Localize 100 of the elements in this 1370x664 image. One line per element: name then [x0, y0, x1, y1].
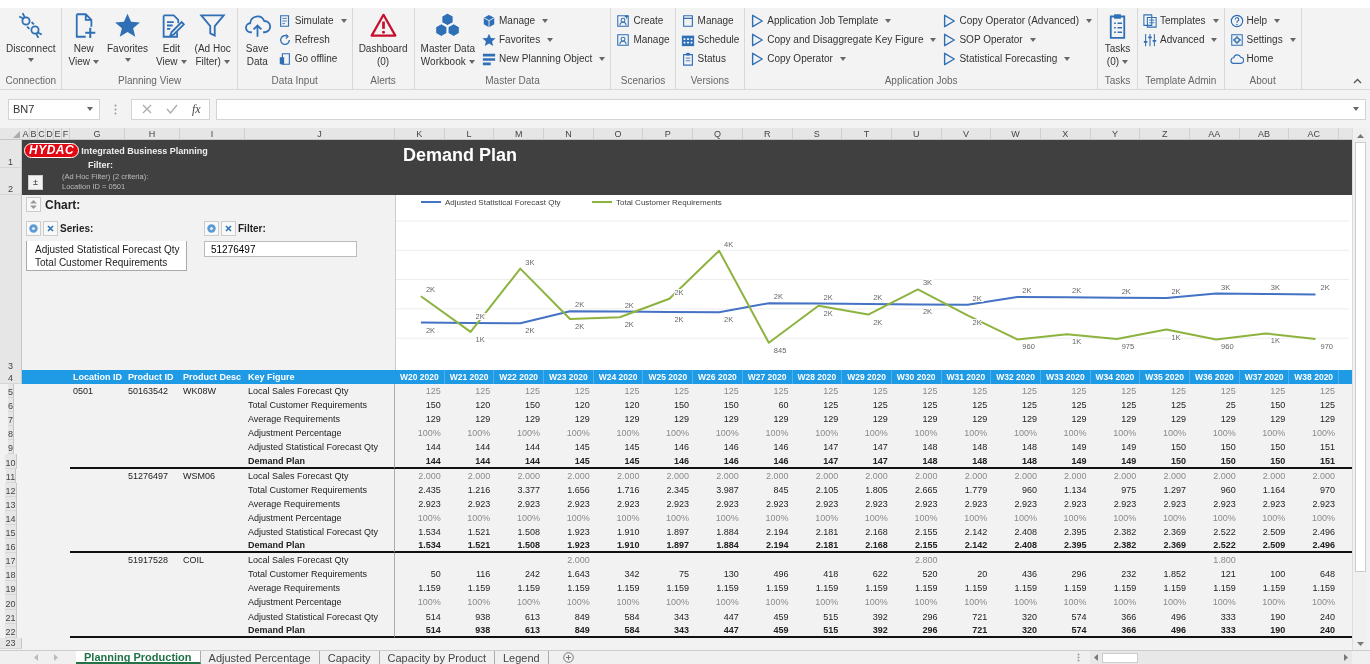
row-header[interactable]: 19: [5, 581, 17, 596]
row-header[interactable]: 14: [5, 510, 17, 525]
column-header[interactable]: F: [62, 128, 70, 139]
remove-button[interactable]: [221, 221, 236, 236]
ribbon-button[interactable]: Application Job Template: [748, 11, 939, 30]
column-header[interactable]: K: [395, 128, 445, 139]
sheet-tab[interactable]: Planning Production: [76, 651, 201, 664]
scroll-right-icon[interactable]: [54, 654, 58, 661]
column-header[interactable]: H: [125, 128, 180, 139]
ribbon-button[interactable]: Help: [1227, 11, 1298, 30]
ribbon-button[interactable]: Manage: [614, 30, 672, 49]
vertical-scrollbar[interactable]: [1352, 128, 1367, 650]
row-header[interactable]: 17: [5, 553, 17, 568]
settings-button[interactable]: [204, 221, 219, 236]
ribbon-button[interactable]: Settings: [1227, 30, 1298, 49]
scroll-left-icon[interactable]: [34, 654, 38, 661]
drag-handle-icon[interactable]: [1077, 653, 1080, 662]
column-header[interactable]: V: [941, 128, 992, 139]
settings-button[interactable]: [26, 221, 41, 236]
column-header[interactable]: I: [180, 128, 245, 139]
row-header[interactable]: 11: [5, 468, 17, 483]
ribbon-button[interactable]: Edit View: [153, 11, 190, 69]
column-header[interactable]: AB: [1239, 128, 1290, 139]
select-all-icon[interactable]: [13, 131, 20, 138]
ribbon-button[interactable]: Refresh: [275, 30, 349, 49]
ribbon-button[interactable]: New Planning Object: [480, 49, 608, 68]
ribbon-button[interactable]: Save Data: [240, 11, 274, 69]
column-header[interactable]: B: [30, 128, 38, 139]
list-item[interactable]: Total Customer Requirements: [35, 256, 186, 269]
ribbon-button[interactable]: Favorites: [480, 30, 608, 49]
ribbon-button[interactable]: (Ad Hoc Filter): [191, 11, 234, 69]
ribbon-button[interactable]: Schedule: [678, 30, 742, 49]
column-header[interactable]: N: [544, 128, 594, 139]
column-header[interactable]: M: [494, 128, 545, 139]
row-header[interactable]: 15: [5, 524, 17, 540]
column-header[interactable]: Q: [693, 128, 743, 139]
row-header[interactable]: 10: [5, 454, 17, 469]
column-header[interactable]: W: [991, 128, 1041, 139]
column-header[interactable]: AC: [1289, 128, 1340, 139]
row-header[interactable]: 5: [8, 384, 14, 399]
ribbon-button[interactable]: Simulate: [275, 11, 349, 30]
row-header[interactable]: 21: [5, 609, 17, 624]
expand-button[interactable]: ±: [28, 174, 43, 190]
ribbon-button[interactable]: Copy Operator (Advanced): [940, 11, 1094, 30]
column-header[interactable]: AA: [1190, 128, 1240, 139]
row-header[interactable]: 2: [0, 167, 22, 195]
ribbon-button[interactable]: Favorites: [103, 11, 152, 69]
column-header[interactable]: R: [742, 128, 793, 139]
ribbon-button[interactable]: Copy and Disaggregate Key Figure: [748, 30, 939, 49]
name-box[interactable]: BN7: [8, 98, 100, 120]
ribbon-button[interactable]: Manage: [480, 11, 608, 30]
drag-handle-icon[interactable]: [114, 103, 117, 115]
collapse-icon[interactable]: [1353, 78, 1362, 84]
scroll-thumb[interactable]: [1102, 652, 1138, 663]
ribbon-button[interactable]: Create: [614, 11, 672, 30]
row-header[interactable]: 13: [5, 496, 17, 511]
row-header[interactable]: 22: [5, 623, 17, 638]
row-header[interactable]: 23: [0, 637, 22, 649]
ribbon-button[interactable]: Master Data Workbook: [417, 11, 478, 69]
ribbon-button[interactable]: SOP Operator: [940, 30, 1094, 49]
row-header[interactable]: 12: [5, 482, 17, 497]
column-header[interactable]: X: [1040, 128, 1091, 139]
chart-toggle-button[interactable]: [26, 197, 41, 212]
column-header[interactable]: J: [245, 128, 395, 139]
ribbon-button[interactable]: Go offline: [275, 49, 349, 68]
column-header[interactable]: G: [70, 128, 125, 139]
list-item[interactable]: Adjusted Statistical Forecast Qty: [35, 243, 186, 256]
check-icon[interactable]: [166, 104, 178, 114]
horizontal-scrollbar[interactable]: [1090, 651, 1352, 664]
column-header[interactable]: T: [842, 128, 892, 139]
column-header[interactable]: S: [792, 128, 843, 139]
ribbon-button[interactable]: Dashboard (0): [355, 11, 411, 69]
row-header[interactable]: 6: [8, 398, 14, 413]
row-header[interactable]: 16: [5, 539, 17, 554]
ribbon-button[interactable]: Manage: [678, 11, 742, 30]
column-header[interactable]: P: [643, 128, 694, 139]
ribbon-button[interactable]: Status: [678, 49, 742, 68]
row-header[interactable]: 18: [5, 567, 17, 582]
column-header[interactable]: A: [22, 128, 30, 139]
cancel-icon[interactable]: [142, 104, 152, 114]
scroll-thumb[interactable]: [1354, 142, 1366, 572]
sheet-tab[interactable]: Capacity by Product: [379, 651, 495, 664]
sheet-tab[interactable]: Legend: [494, 651, 549, 664]
row-header[interactable]: 4: [0, 370, 22, 384]
column-header[interactable]: D: [46, 128, 54, 139]
insert-function-button[interactable]: fx: [192, 101, 201, 117]
ribbon-button[interactable]: Statistical Forecasting: [940, 49, 1094, 68]
column-header[interactable]: L: [444, 128, 495, 139]
column-header[interactable]: U: [891, 128, 942, 139]
row-header[interactable]: 1: [0, 140, 22, 168]
row-header[interactable]: 8: [8, 426, 14, 441]
ribbon-button[interactable]: Home: [1227, 49, 1298, 68]
sheet-tab[interactable]: Adjusted Percentage: [200, 651, 320, 664]
row-header[interactable]: 7: [8, 412, 14, 427]
ribbon-button[interactable]: Tasks (0): [1100, 11, 1134, 69]
sheet-tab[interactable]: Capacity: [319, 651, 380, 664]
column-header[interactable]: O: [593, 128, 644, 139]
row-header[interactable]: 3: [0, 195, 22, 372]
row-header[interactable]: 20: [5, 595, 17, 610]
column-header[interactable]: Y: [1090, 128, 1141, 139]
